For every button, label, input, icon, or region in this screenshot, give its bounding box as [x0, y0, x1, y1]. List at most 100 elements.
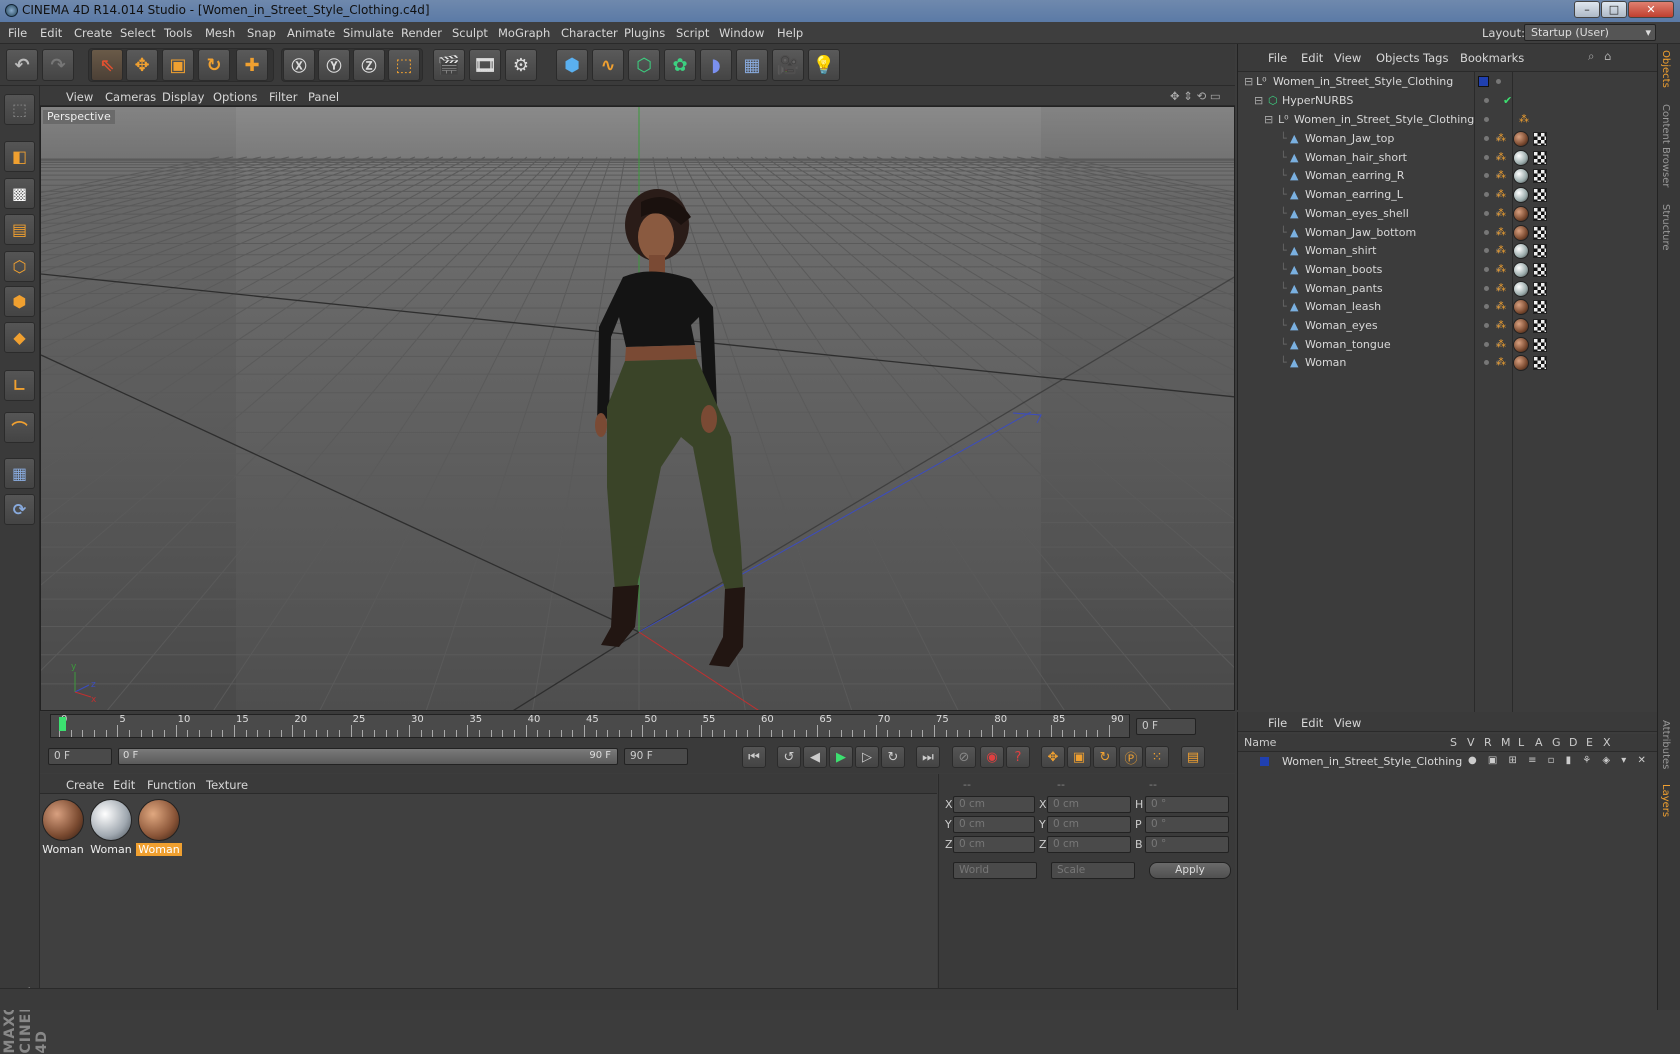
- phong-tag-icon[interactable]: ⁂: [1496, 357, 1506, 368]
- layer-column-d[interactable]: D: [1569, 736, 1577, 749]
- spline-icon[interactable]: ∿: [592, 49, 624, 81]
- apply-button[interactable]: Apply: [1149, 862, 1231, 879]
- maximize-button[interactable]: □: [1601, 1, 1627, 18]
- record-keys-icon[interactable]: ⊘: [952, 746, 976, 768]
- uvw-tag-icon[interactable]: [1533, 244, 1547, 259]
- tab-content-browser[interactable]: Content Browser: [1660, 104, 1671, 187]
- material-menu-function[interactable]: Function: [147, 778, 196, 792]
- size-mode-dropdown[interactable]: Scale: [1051, 862, 1135, 879]
- viewport-menu-view[interactable]: View: [66, 90, 93, 104]
- scale-icon[interactable]: ▣: [162, 49, 194, 81]
- end-frame-field[interactable]: 90 F: [624, 748, 688, 765]
- material-tag-icon[interactable]: [1513, 168, 1529, 185]
- material-tag-icon[interactable]: [1513, 131, 1529, 147]
- layers-menu-edit[interactable]: Edit: [1301, 716, 1323, 730]
- go-to-start-icon[interactable]: ⏮: [742, 746, 766, 768]
- uvw-tag-icon[interactable]: [1533, 281, 1547, 296]
- polygons-mode-icon[interactable]: ◆: [4, 322, 35, 353]
- layer-column-s[interactable]: S: [1450, 736, 1457, 749]
- layer-column-a[interactable]: A: [1535, 736, 1543, 749]
- menu-file[interactable]: File: [8, 26, 27, 40]
- autokey-icon[interactable]: ◉: [980, 746, 1004, 768]
- objects-menu-view[interactable]: View: [1334, 51, 1361, 65]
- material-tag-icon[interactable]: [1513, 261, 1529, 278]
- visibility-dot[interactable]: [1484, 360, 1489, 366]
- uvw-tag-icon[interactable]: [1533, 206, 1547, 221]
- material-swatch-selected[interactable]: Woman: [136, 798, 182, 856]
- tweak-mode-icon[interactable]: ⌒: [4, 412, 35, 443]
- x-axis-lock-icon[interactable]: Ⓧ: [283, 49, 315, 81]
- menu-help[interactable]: Help: [777, 26, 803, 40]
- render-view-icon[interactable]: 🎬: [433, 49, 465, 81]
- rotation-h-field[interactable]: 0 °: [1145, 796, 1229, 813]
- frame-range-slider[interactable]: 0 F 90 F: [118, 748, 618, 765]
- phong-tag-icon[interactable]: ⁂: [1496, 133, 1506, 144]
- object-row[interactable]: └ ▲ Woman_earring_R ⁂: [1238, 166, 1658, 186]
- move-icon[interactable]: ✥: [126, 49, 158, 81]
- axis-mode-icon[interactable]: ∟: [4, 370, 35, 401]
- collapse-icon[interactable]: ⊟: [1264, 113, 1273, 126]
- material-swatch[interactable]: Woman: [40, 798, 86, 856]
- layer-column-r[interactable]: R: [1484, 736, 1492, 749]
- size-y-field[interactable]: 0 cm: [1047, 816, 1131, 833]
- object-row[interactable]: └ ▲ Woman_Jaw_bottom ⁂: [1238, 223, 1658, 243]
- model-mode-icon[interactable]: ◧: [4, 141, 35, 172]
- minimize-button[interactable]: –: [1574, 1, 1600, 18]
- close-button[interactable]: ✕: [1628, 1, 1674, 18]
- uvw-tag-icon[interactable]: [1533, 356, 1547, 371]
- layer-column-e[interactable]: E: [1586, 736, 1593, 749]
- visibility-dot[interactable]: [1484, 173, 1489, 179]
- viewport-navigation-icon[interactable]: ✥ ⇕ ⟲ ▭: [1170, 89, 1221, 103]
- rotation-p-field[interactable]: 0 °: [1145, 816, 1229, 833]
- material-tag-icon[interactable]: [1513, 205, 1529, 222]
- menu-mesh[interactable]: Mesh: [205, 26, 235, 40]
- menu-select[interactable]: Select: [120, 26, 155, 40]
- size-z-field[interactable]: 0 cm: [1047, 836, 1131, 853]
- position-z-field[interactable]: 0 cm: [953, 836, 1035, 853]
- collapse-icon[interactable]: ⊟: [1244, 75, 1253, 88]
- workplane-icon[interactable]: ▤: [4, 214, 35, 245]
- layer-row[interactable]: Women_in_Street_Style_Clothing ● ▣ ⊞ ≡ ▫…: [1238, 752, 1658, 772]
- timeline-window-icon[interactable]: ▤: [1181, 746, 1205, 768]
- go-to-end-icon[interactable]: ⏭: [916, 746, 940, 768]
- uvw-tag-icon[interactable]: [1533, 150, 1547, 165]
- material-swatch[interactable]: Woman: [88, 798, 134, 856]
- object-row-group[interactable]: ⊟ L⁰ Women_in_Street_Style_Clothing ⁂: [1238, 110, 1658, 130]
- visibility-dot[interactable]: [1484, 117, 1489, 122]
- visibility-dot[interactable]: [1484, 323, 1489, 328]
- key-position-icon[interactable]: ✥: [1041, 746, 1065, 768]
- undo-icon[interactable]: ↶: [6, 49, 38, 81]
- timeline-ruler[interactable]: 051015202530354045505560657075808590 0 F: [40, 712, 1235, 740]
- previous-frame-icon[interactable]: ◀: [803, 746, 827, 768]
- z-axis-lock-icon[interactable]: Ⓩ: [353, 49, 385, 81]
- keyframe-selection-icon[interactable]: ?: [1006, 746, 1030, 768]
- material-tag-icon[interactable]: [1513, 280, 1529, 297]
- viewport-menu-filter[interactable]: Filter: [269, 90, 297, 104]
- menu-character[interactable]: Character: [561, 26, 618, 40]
- make-editable-icon[interactable]: ⬚: [4, 94, 35, 125]
- next-key-icon[interactable]: ↻: [881, 746, 905, 768]
- menu-snap[interactable]: Snap: [247, 26, 276, 40]
- rotate-icon[interactable]: ↻: [198, 49, 230, 81]
- material-menu-create[interactable]: Create: [66, 778, 104, 792]
- layer-column-g[interactable]: G: [1552, 736, 1561, 749]
- collapse-icon[interactable]: ⊟: [1254, 94, 1263, 107]
- menu-plugins[interactable]: Plugins: [624, 26, 665, 40]
- redo-icon[interactable]: ↷: [42, 49, 74, 81]
- material-tag-icon[interactable]: [1513, 299, 1529, 316]
- layer-column-name[interactable]: Name: [1244, 736, 1276, 749]
- object-row[interactable]: └ ▲ Woman_shirt ⁂: [1238, 241, 1658, 261]
- phong-tag-icon[interactable]: ⁂: [1496, 170, 1506, 181]
- viewport-menu-panel[interactable]: Panel: [308, 90, 339, 104]
- floor-icon[interactable]: ▦: [736, 49, 768, 81]
- object-row[interactable]: └ ▲ Woman_eyes_shell ⁂: [1238, 204, 1658, 224]
- visibility-dot[interactable]: [1484, 192, 1489, 198]
- phong-tag-icon[interactable]: ⁂: [1496, 339, 1506, 350]
- render-settings-icon[interactable]: ⚙: [505, 49, 537, 81]
- menu-script[interactable]: Script: [676, 26, 709, 40]
- key-rotation-icon[interactable]: ↻: [1093, 746, 1117, 768]
- current-frame-field[interactable]: 0 F: [1136, 718, 1196, 735]
- coordinate-system-icon[interactable]: ⬚: [388, 49, 420, 81]
- uvw-tag-icon[interactable]: [1533, 319, 1547, 333]
- menu-window[interactable]: Window: [719, 26, 764, 40]
